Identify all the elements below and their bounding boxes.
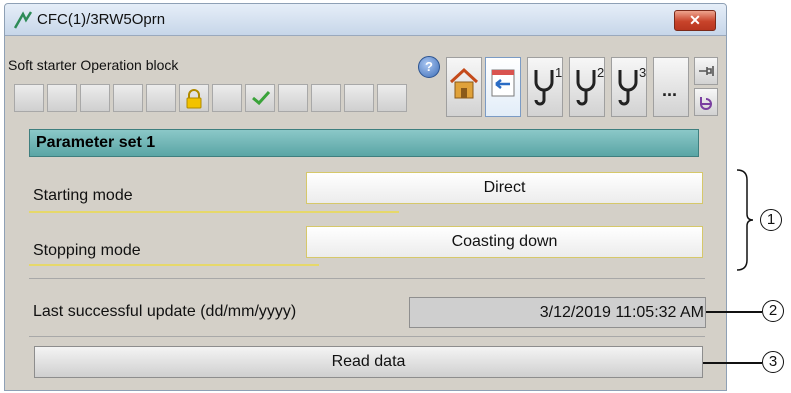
parameter-set-header: Parameter set 1 bbox=[29, 129, 699, 157]
section-divider bbox=[29, 278, 705, 279]
signal-icon bbox=[14, 11, 32, 29]
home-icon bbox=[449, 67, 479, 99]
starting-mode-underline bbox=[29, 211, 399, 213]
lock-icon bbox=[186, 89, 202, 109]
connector-1-button[interactable]: 1 bbox=[527, 57, 563, 117]
callout-1: 1 bbox=[760, 209, 782, 231]
callout-bracket bbox=[736, 169, 754, 271]
starting-mode-field[interactable]: Direct bbox=[306, 172, 703, 204]
stopping-mode-label: Stopping mode bbox=[33, 242, 141, 259]
window-title: CFC(1)/3RW5Oprn bbox=[37, 11, 166, 28]
status-cell bbox=[80, 84, 110, 112]
return-icon bbox=[700, 97, 712, 110]
callout-2: 2 bbox=[762, 300, 784, 322]
status-cell bbox=[377, 84, 407, 112]
last-update-label: Last successful update (dd/mm/yyyy) bbox=[33, 303, 297, 320]
connector-3-icon: 3 bbox=[618, 66, 646, 106]
more-views-button[interactable]: ... bbox=[653, 57, 689, 117]
section-divider bbox=[29, 336, 705, 337]
standard-view-button[interactable] bbox=[485, 57, 521, 117]
status-cell bbox=[278, 84, 308, 112]
connector-2-button[interactable]: 2 bbox=[569, 57, 605, 117]
stopping-mode-underline bbox=[29, 264, 319, 266]
help-button[interactable]: ? bbox=[418, 56, 440, 78]
pin-icon bbox=[699, 66, 714, 76]
checkmark-icon bbox=[252, 90, 271, 106]
status-cell bbox=[311, 84, 341, 112]
svg-text:3: 3 bbox=[639, 66, 646, 80]
title-bar[interactable]: CFC(1)/3RW5Oprn ✕ bbox=[5, 4, 726, 36]
svg-text:1: 1 bbox=[555, 66, 562, 80]
starting-mode-label: Starting mode bbox=[33, 187, 133, 204]
callout-3-leader bbox=[703, 362, 762, 364]
status-cell bbox=[47, 84, 77, 112]
block-label: Soft starter Operation block bbox=[8, 57, 179, 73]
svg-text:2: 2 bbox=[597, 66, 604, 80]
lock-status-cell bbox=[179, 84, 209, 112]
stopping-mode-field[interactable]: Coasting down bbox=[306, 226, 703, 258]
read-data-button[interactable]: Read data bbox=[34, 346, 703, 378]
close-button[interactable]: ✕ bbox=[674, 10, 716, 31]
check-status-cell bbox=[245, 84, 275, 112]
status-cell bbox=[344, 84, 374, 112]
callout-2-leader bbox=[706, 311, 762, 313]
status-bar bbox=[14, 84, 410, 114]
status-cell bbox=[113, 84, 143, 112]
status-cell bbox=[212, 84, 242, 112]
standard-view-icon bbox=[491, 69, 515, 97]
status-cell bbox=[14, 84, 44, 112]
status-cell bbox=[146, 84, 176, 112]
last-update-value: 3/12/2019 11:05:32 AM bbox=[409, 297, 706, 328]
ellipsis-label: ... bbox=[662, 80, 678, 100]
connector-1-icon: 1 bbox=[534, 66, 562, 106]
connector-2-icon: 2 bbox=[576, 66, 604, 106]
home-view-button[interactable] bbox=[446, 57, 482, 117]
return-button[interactable] bbox=[694, 88, 718, 116]
callout-3: 3 bbox=[762, 351, 784, 373]
connector-3-button[interactable]: 3 bbox=[611, 57, 647, 117]
pin-button[interactable] bbox=[694, 57, 718, 85]
